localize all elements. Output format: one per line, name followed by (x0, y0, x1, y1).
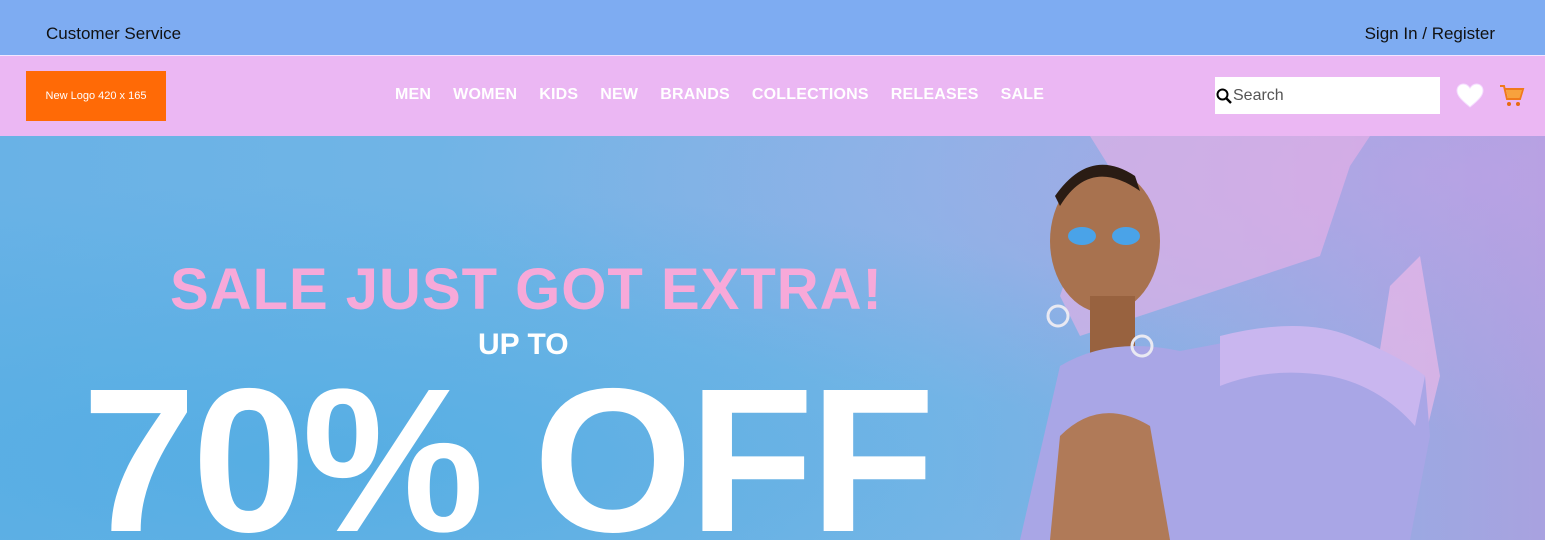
hero-headline: SALE JUST GOT EXTRA! (170, 257, 883, 322)
hero-banner[interactable]: SALE JUST GOT EXTRA! UP TO 70% OFF (0, 136, 1545, 540)
nav-item-sale[interactable]: SALE (1001, 86, 1044, 104)
site-logo[interactable]: New Logo 420 x 165 (26, 71, 166, 121)
hero-model-image (1020, 136, 1440, 540)
sign-in-register-link[interactable]: Sign In / Register (1365, 24, 1495, 44)
nav-item-women[interactable]: WOMEN (453, 86, 517, 104)
nav-item-brands[interactable]: BRANDS (660, 86, 730, 104)
main-nav: MEN WOMEN KIDS NEW BRANDS COLLECTIONS RE… (395, 86, 1066, 104)
nav-item-new[interactable]: NEW (600, 86, 638, 104)
search-box (1215, 77, 1440, 114)
nav-item-men[interactable]: MEN (395, 86, 431, 104)
nav-item-releases[interactable]: RELEASES (891, 86, 979, 104)
hero-discount: 70% OFF (82, 346, 935, 540)
cart-icon[interactable] (1499, 83, 1525, 109)
heart-icon[interactable] (1456, 83, 1484, 109)
top-utility-bar: Customer Service Sign In / Register (0, 0, 1545, 55)
main-navbar: New Logo 420 x 165 MEN WOMEN KIDS NEW BR… (0, 55, 1545, 136)
nav-item-kids[interactable]: KIDS (539, 86, 578, 104)
search-input[interactable] (1232, 80, 1433, 111)
search-icon[interactable] (1216, 88, 1232, 104)
nav-item-collections[interactable]: COLLECTIONS (752, 86, 869, 104)
customer-service-link[interactable]: Customer Service (46, 24, 181, 44)
